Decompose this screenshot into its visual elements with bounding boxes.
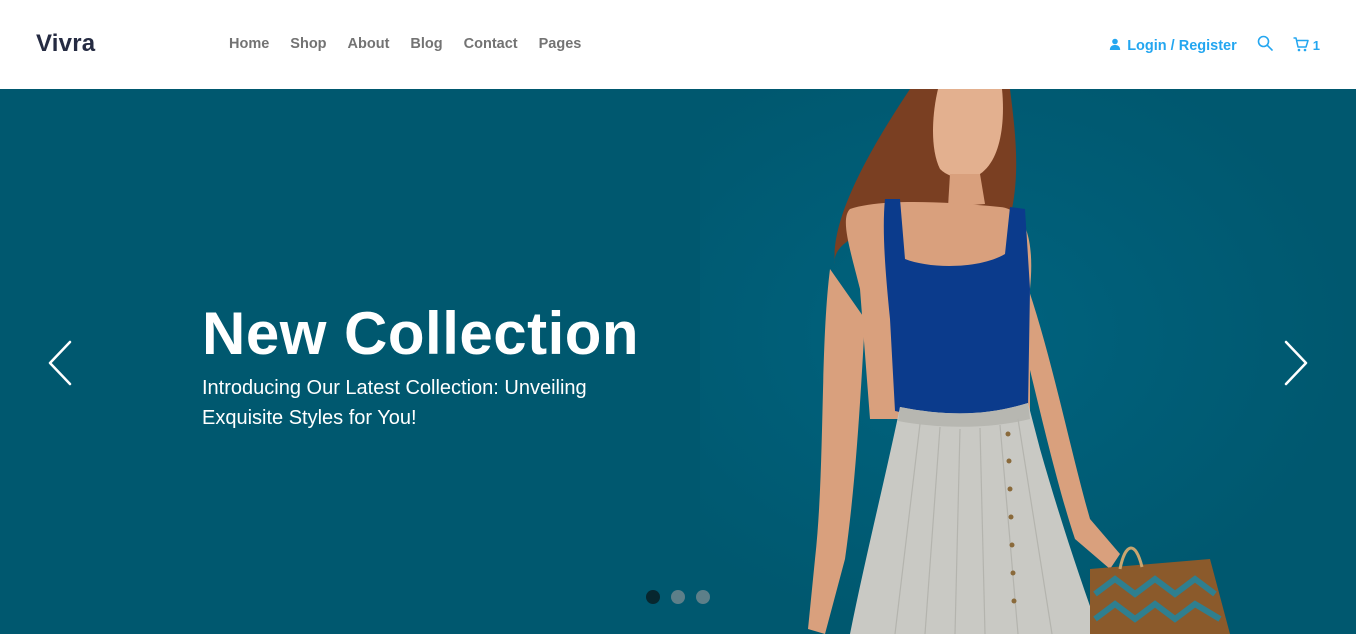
logo[interactable]: Vivra [36, 30, 95, 58]
nav-item-shop[interactable]: Shop [290, 36, 326, 52]
user-icon [1109, 38, 1121, 54]
chevron-left-icon [48, 340, 72, 386]
slider-dot-3[interactable] [696, 590, 710, 604]
hero-subtitle: Introducing Our Latest Collection: Unvei… [202, 377, 587, 429]
nav-item-pages[interactable]: Pages [539, 36, 582, 52]
search-button[interactable] [1257, 35, 1273, 56]
nav-item-home[interactable]: Home [229, 36, 269, 52]
slider-dots [646, 590, 710, 604]
search-icon [1257, 35, 1273, 56]
site-header: Vivra Home Shop About Blog Contact Pages… [0, 0, 1356, 89]
login-register-label: Login / Register [1127, 37, 1237, 54]
hero-model-image [808, 89, 1230, 634]
slider-next-button[interactable] [1281, 339, 1311, 387]
cart-button[interactable]: 1 [1293, 36, 1320, 55]
slider-prev-button[interactable] [45, 339, 75, 387]
chevron-right-icon [1284, 340, 1308, 386]
hero-title: New Collection [202, 300, 640, 367]
hero-slider: New Collection Introducing Our Latest Co… [0, 89, 1356, 634]
cart-count: 1 [1312, 38, 1320, 53]
header-actions: Login / Register 1 [1109, 35, 1320, 56]
nav-item-contact[interactable]: Contact [464, 36, 518, 52]
slider-dot-1[interactable] [646, 590, 660, 604]
cart-icon [1293, 36, 1309, 55]
main-nav: Home Shop About Blog Contact Pages [229, 36, 581, 52]
nav-item-blog[interactable]: Blog [410, 36, 442, 52]
login-register-link[interactable]: Login / Register [1109, 38, 1237, 54]
nav-item-about[interactable]: About [348, 36, 390, 52]
slider-dot-2[interactable] [671, 590, 685, 604]
